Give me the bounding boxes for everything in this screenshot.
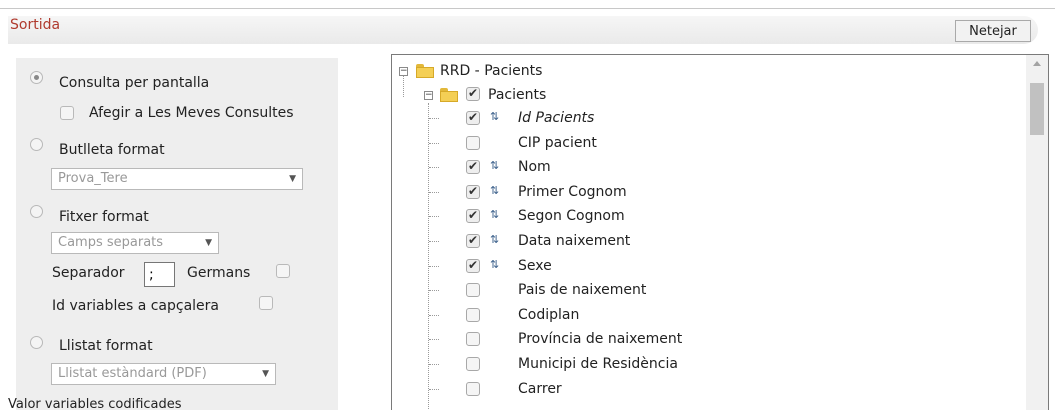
consulta-pantalla-label: Consulta per pantalla bbox=[59, 75, 210, 91]
sort-arrows-icon[interactable]: ⇅ bbox=[490, 184, 499, 197]
id-variables-checkbox[interactable] bbox=[259, 296, 273, 310]
tree-connector bbox=[429, 142, 439, 145]
tree-item-label: CIP pacient bbox=[518, 134, 597, 151]
tree-item[interactable]: CIP pacient bbox=[392, 134, 1022, 154]
chevron-down-icon: ▼ bbox=[289, 174, 296, 184]
afegir-consultes-checkbox[interactable] bbox=[60, 106, 74, 120]
item-checkbox[interactable] bbox=[466, 208, 480, 224]
collapse-minus-icon[interactable]: − bbox=[424, 91, 433, 100]
tree-connector bbox=[429, 265, 439, 268]
tree-item[interactable]: Carrer bbox=[392, 380, 1022, 400]
fitxer-format-label: Fitxer format bbox=[59, 209, 149, 225]
tree-connector bbox=[429, 118, 439, 120]
tree-item-label: Data naixement bbox=[518, 233, 631, 249]
chevron-down-icon: ▼ bbox=[205, 238, 212, 248]
item-checkbox[interactable] bbox=[466, 184, 480, 199]
item-checkbox[interactable] bbox=[466, 357, 480, 371]
tree-group-label[interactable]: Pacients bbox=[488, 87, 546, 103]
radio-fitxer-format[interactable] bbox=[30, 205, 43, 218]
tree-connector bbox=[429, 314, 439, 317]
output-header-bar bbox=[8, 16, 1038, 44]
sort-arrows-icon[interactable]: ⇅ bbox=[490, 258, 499, 271]
sort-arrows-icon[interactable]: ⇅ bbox=[490, 159, 499, 172]
llistat-format-label: Llistat format bbox=[59, 338, 153, 354]
llistat-select-value: Llistat estàndard (PDF) bbox=[58, 366, 207, 381]
tree-connector bbox=[429, 388, 439, 391]
tree-item-label: Segon Cognom bbox=[518, 208, 625, 225]
tree-connector bbox=[429, 191, 439, 194]
item-checkbox[interactable] bbox=[466, 307, 480, 322]
sort-arrows-icon[interactable]: ⇅ bbox=[490, 208, 499, 221]
radio-llistat-format[interactable] bbox=[30, 336, 43, 349]
item-checkbox[interactable] bbox=[466, 110, 480, 125]
tree-root-label[interactable]: RRD - Pacients bbox=[440, 63, 542, 79]
tree-item[interactable]: ⇅ Sexe bbox=[392, 257, 1022, 277]
tree-connector bbox=[429, 167, 439, 169]
item-checkbox[interactable] bbox=[466, 332, 480, 347]
tree-connector bbox=[429, 241, 439, 243]
id-variables-label: Id variables a capçalera bbox=[52, 298, 219, 314]
collapse-minus-icon[interactable]: − bbox=[399, 67, 408, 76]
folder-icon bbox=[440, 88, 458, 102]
scroll-up-arrow-icon[interactable] bbox=[1033, 61, 1041, 66]
item-checkbox[interactable] bbox=[466, 159, 480, 175]
tree-item[interactable]: ⇅ Segon Cognom bbox=[392, 207, 1022, 227]
tree-scrollbar[interactable] bbox=[1026, 55, 1048, 410]
tree-item-label: Id Pacients bbox=[518, 110, 595, 126]
folder-icon bbox=[416, 64, 434, 78]
butlleta-format-select[interactable]: Prova_Tere ▼ bbox=[51, 168, 303, 190]
scroll-thumb[interactable] bbox=[1030, 83, 1044, 135]
item-checkbox[interactable] bbox=[466, 283, 480, 298]
separador-label: Separador bbox=[52, 265, 125, 281]
tree-item[interactable]: ⇅ Id Pacients bbox=[392, 109, 1022, 129]
item-checkbox[interactable] bbox=[466, 233, 480, 248]
llistat-format-select[interactable]: Llistat estàndard (PDF) ▼ bbox=[51, 363, 276, 385]
tree-item[interactable]: Pais de naixement bbox=[392, 281, 1022, 301]
tree-item-label: Província de naixement bbox=[518, 331, 683, 348]
afegir-consultes-label: Afegir a Les Meves Consultes bbox=[89, 105, 294, 121]
fitxer-select-value: Camps separats bbox=[58, 235, 164, 250]
radio-butlleta-format[interactable] bbox=[30, 138, 43, 151]
tree-connector bbox=[429, 216, 439, 218]
tree-connector bbox=[429, 339, 439, 341]
sort-arrows-icon[interactable]: ⇅ bbox=[490, 110, 499, 123]
germans-label: Germans bbox=[187, 265, 251, 281]
tree-connector bbox=[429, 364, 439, 366]
tree-item-label: Primer Cognom bbox=[518, 183, 627, 200]
output-options-panel: Consulta per pantalla Afegir a Les Meves… bbox=[8, 58, 338, 412]
tree-item-label: Carrer bbox=[518, 380, 562, 397]
fitxer-format-select[interactable]: Camps separats ▼ bbox=[51, 232, 219, 254]
tree-item[interactable]: ⇅ Primer Cognom bbox=[392, 183, 1022, 203]
tree-item[interactable]: Municipi de Residència bbox=[392, 355, 1022, 375]
item-checkbox[interactable] bbox=[466, 258, 480, 273]
sort-arrows-icon[interactable]: ⇅ bbox=[490, 233, 499, 246]
top-divider bbox=[0, 8, 1055, 9]
tree-item[interactable]: ⇅ Nom bbox=[392, 158, 1022, 178]
variables-tree: − RRD - Pacients − ✔ Pacients ⇅ Id Pacien… bbox=[391, 54, 1049, 410]
item-checkbox[interactable] bbox=[466, 381, 480, 396]
butlleta-format-label: Butlleta format bbox=[59, 142, 165, 158]
item-checkbox[interactable] bbox=[466, 135, 480, 150]
butlleta-select-value: Prova_Tere bbox=[58, 171, 128, 186]
clear-button[interactable]: Netejar bbox=[955, 20, 1031, 42]
section-title: Sortida bbox=[10, 17, 61, 33]
chevron-down-icon: ▼ bbox=[262, 369, 269, 379]
tree-item[interactable]: ⇅ Data naixement bbox=[392, 232, 1022, 252]
tree-item[interactable]: Codiplan bbox=[392, 306, 1022, 326]
tree-item-label: Codiplan bbox=[518, 306, 580, 323]
radio-consulta-pantalla[interactable] bbox=[30, 71, 43, 84]
tree-item[interactable]: Província de naixement bbox=[392, 330, 1022, 350]
pacients-group-checkbox[interactable]: ✔ bbox=[466, 86, 480, 101]
separador-input[interactable] bbox=[144, 262, 175, 287]
tree-item-label: Nom bbox=[518, 159, 551, 176]
germans-checkbox[interactable] bbox=[276, 264, 290, 278]
tree-item-label: Sexe bbox=[518, 257, 552, 274]
tree-item-label: Pais de naixement bbox=[518, 282, 647, 299]
tree-connector bbox=[429, 290, 439, 292]
tree-item-label: Municipi de Residència bbox=[518, 356, 678, 372]
